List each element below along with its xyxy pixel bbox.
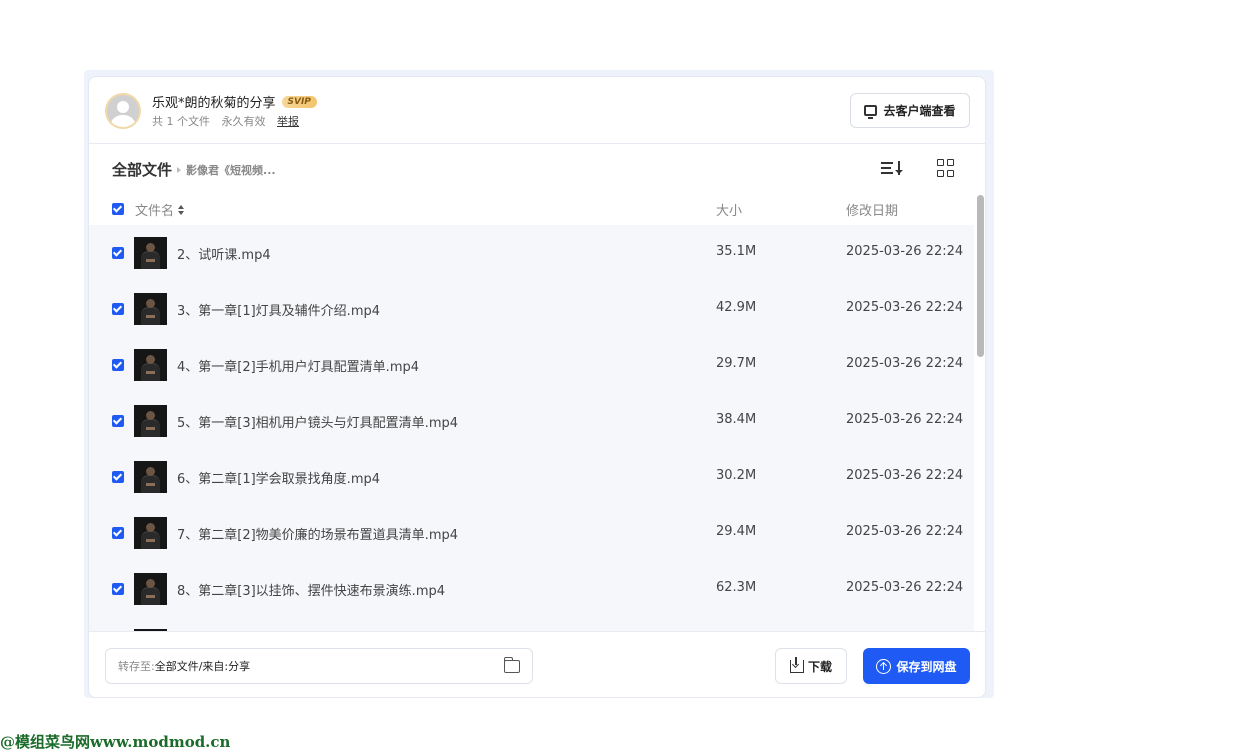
file-date: 2025-03-26 22:24	[846, 244, 964, 259]
breadcrumb-separator-icon	[177, 166, 182, 173]
file-list: 2、试听课.mp4 35.1M 2025-03-26 22:24 3、第一章[1…	[89, 225, 974, 631]
file-date: 2025-03-26 22:24	[846, 300, 964, 315]
table-row[interactable]: 5、第一章[3]相机用户镜头与灯具配置清单.mp4 38.4M 2025-03-…	[89, 393, 974, 449]
sort-list-icon[interactable]	[881, 159, 903, 177]
file-date: 2025-03-26 22:24	[846, 356, 964, 371]
row-checkbox[interactable]	[112, 303, 124, 315]
video-thumbnail	[134, 405, 167, 437]
file-size: 42.9M	[716, 300, 757, 315]
file-date: 2025-03-26 22:24	[846, 468, 964, 483]
sort-arrows-icon	[178, 204, 185, 215]
monitor-icon	[864, 105, 878, 119]
file-name[interactable]: 4、第一章[2]手机用户灯具配置清单.mp4	[177, 356, 419, 375]
row-checkbox[interactable]	[112, 415, 124, 427]
row-checkbox[interactable]	[112, 527, 124, 539]
save-path-label: 转存至:	[118, 660, 155, 673]
file-name[interactable]: 6、第二章[1]学会取景找角度.mp4	[177, 468, 380, 487]
file-name[interactable]: 5、第一章[3]相机用户镜头与灯具配置清单.mp4	[177, 412, 458, 431]
video-thumbnail	[134, 237, 167, 269]
table-row[interactable]: 6、第二章[1]学会取景找角度.mp4 30.2M 2025-03-26 22:…	[89, 449, 974, 505]
video-thumbnail	[134, 517, 167, 549]
file-size: 38.4M	[716, 412, 757, 427]
table-row-partial[interactable]	[89, 617, 974, 631]
column-date-header: 修改日期	[846, 204, 899, 219]
report-link[interactable]: 举报	[277, 115, 299, 128]
cloud-upload-icon	[876, 658, 892, 674]
video-thumbnail	[134, 349, 167, 381]
scrollbar[interactable]	[977, 195, 984, 357]
video-thumbnail	[134, 293, 167, 325]
table-row[interactable]: 3、第一章[1]灯具及辅件介绍.mp4 42.9M 2025-03-26 22:…	[89, 281, 974, 337]
breadcrumb: 全部文件 影像君《短视频...	[112, 159, 276, 180]
save-path-value: 全部文件/来自:分享	[154, 660, 251, 673]
file-date: 2025-03-26 22:24	[846, 412, 964, 427]
sharer-title-text: 乐观*朗的秋菊的分享	[152, 96, 276, 111]
file-name[interactable]: 7、第二章[2]物美价廉的场景布置道具清单.mp4	[177, 524, 458, 543]
video-thumbnail	[134, 573, 167, 605]
select-all-checkbox[interactable]	[112, 203, 124, 215]
row-checkbox[interactable]	[112, 471, 124, 483]
table-row[interactable]: 8、第二章[3]以挂饰、摆件快速布景演练.mp4 62.3M 2025-03-2…	[89, 561, 974, 617]
table-row[interactable]: 7、第二章[2]物美价廉的场景布置道具清单.mp4 29.4M 2025-03-…	[89, 505, 974, 561]
sharer-title: 乐观*朗的秋菊的分享 SVIP	[152, 92, 317, 111]
video-thumbnail	[134, 461, 167, 493]
share-header: 乐观*朗的秋菊的分享 SVIP 共 1 个文件 永久有效 举报 去客户端查看	[89, 77, 985, 144]
share-panel: 乐观*朗的秋菊的分享 SVIP 共 1 个文件 永久有效 举报 去客户端查看 全…	[88, 76, 986, 698]
file-name[interactable]: 2、试听课.mp4	[177, 244, 271, 263]
file-name[interactable]: 8、第二章[3]以挂饰、摆件快速布景演练.mp4	[177, 580, 445, 599]
row-checkbox[interactable]	[112, 359, 124, 371]
avatar	[105, 93, 141, 129]
grid-view-icon[interactable]	[937, 159, 955, 177]
table-header: 文件名 大小 修改日期	[89, 195, 973, 223]
breadcrumb-root[interactable]: 全部文件	[112, 159, 172, 180]
svip-badge: SVIP	[281, 95, 317, 108]
row-checkbox[interactable]	[112, 583, 124, 595]
column-name-header[interactable]: 文件名	[135, 200, 185, 219]
save-to-drive-button[interactable]: 保存到网盘	[863, 648, 970, 684]
column-size-header: 大小	[716, 204, 743, 219]
file-size: 30.2M	[716, 468, 757, 483]
file-date: 2025-03-26 22:24	[846, 524, 964, 539]
download-button[interactable]: 下载	[775, 648, 847, 684]
share-meta: 共 1 个文件 永久有效 举报	[152, 113, 307, 129]
file-size: 35.1M	[716, 244, 757, 259]
save-to-drive-label: 保存到网盘	[896, 659, 957, 674]
file-size: 62.3M	[716, 580, 757, 595]
file-size: 29.4M	[716, 524, 757, 539]
file-date: 2025-03-26 22:24	[846, 580, 964, 595]
open-client-label: 去客户端查看	[883, 104, 956, 118]
file-count: 共 1 个文件	[152, 115, 210, 128]
file-name[interactable]: 3、第一章[1]灯具及辅件介绍.mp4	[177, 300, 380, 319]
save-path-field[interactable]: 转存至: 全部文件/来自:分享	[105, 648, 533, 684]
table-row[interactable]: 4、第一章[2]手机用户灯具配置清单.mp4 29.7M 2025-03-26 …	[89, 337, 974, 393]
action-footer: 转存至: 全部文件/来自:分享 下载 保存到网盘	[89, 631, 985, 697]
folder-icon[interactable]	[503, 657, 520, 673]
breadcrumb-current[interactable]: 影像君《短视频...	[186, 162, 276, 178]
download-icon	[789, 656, 804, 673]
open-client-button[interactable]: 去客户端查看	[850, 93, 970, 128]
row-checkbox[interactable]	[112, 247, 124, 259]
file-size: 29.7M	[716, 356, 757, 371]
table-row[interactable]: 2、试听课.mp4 35.1M 2025-03-26 22:24	[89, 225, 974, 281]
download-label: 下载	[807, 659, 832, 674]
validity: 永久有效	[221, 115, 266, 128]
column-name-label: 文件名	[135, 204, 175, 219]
